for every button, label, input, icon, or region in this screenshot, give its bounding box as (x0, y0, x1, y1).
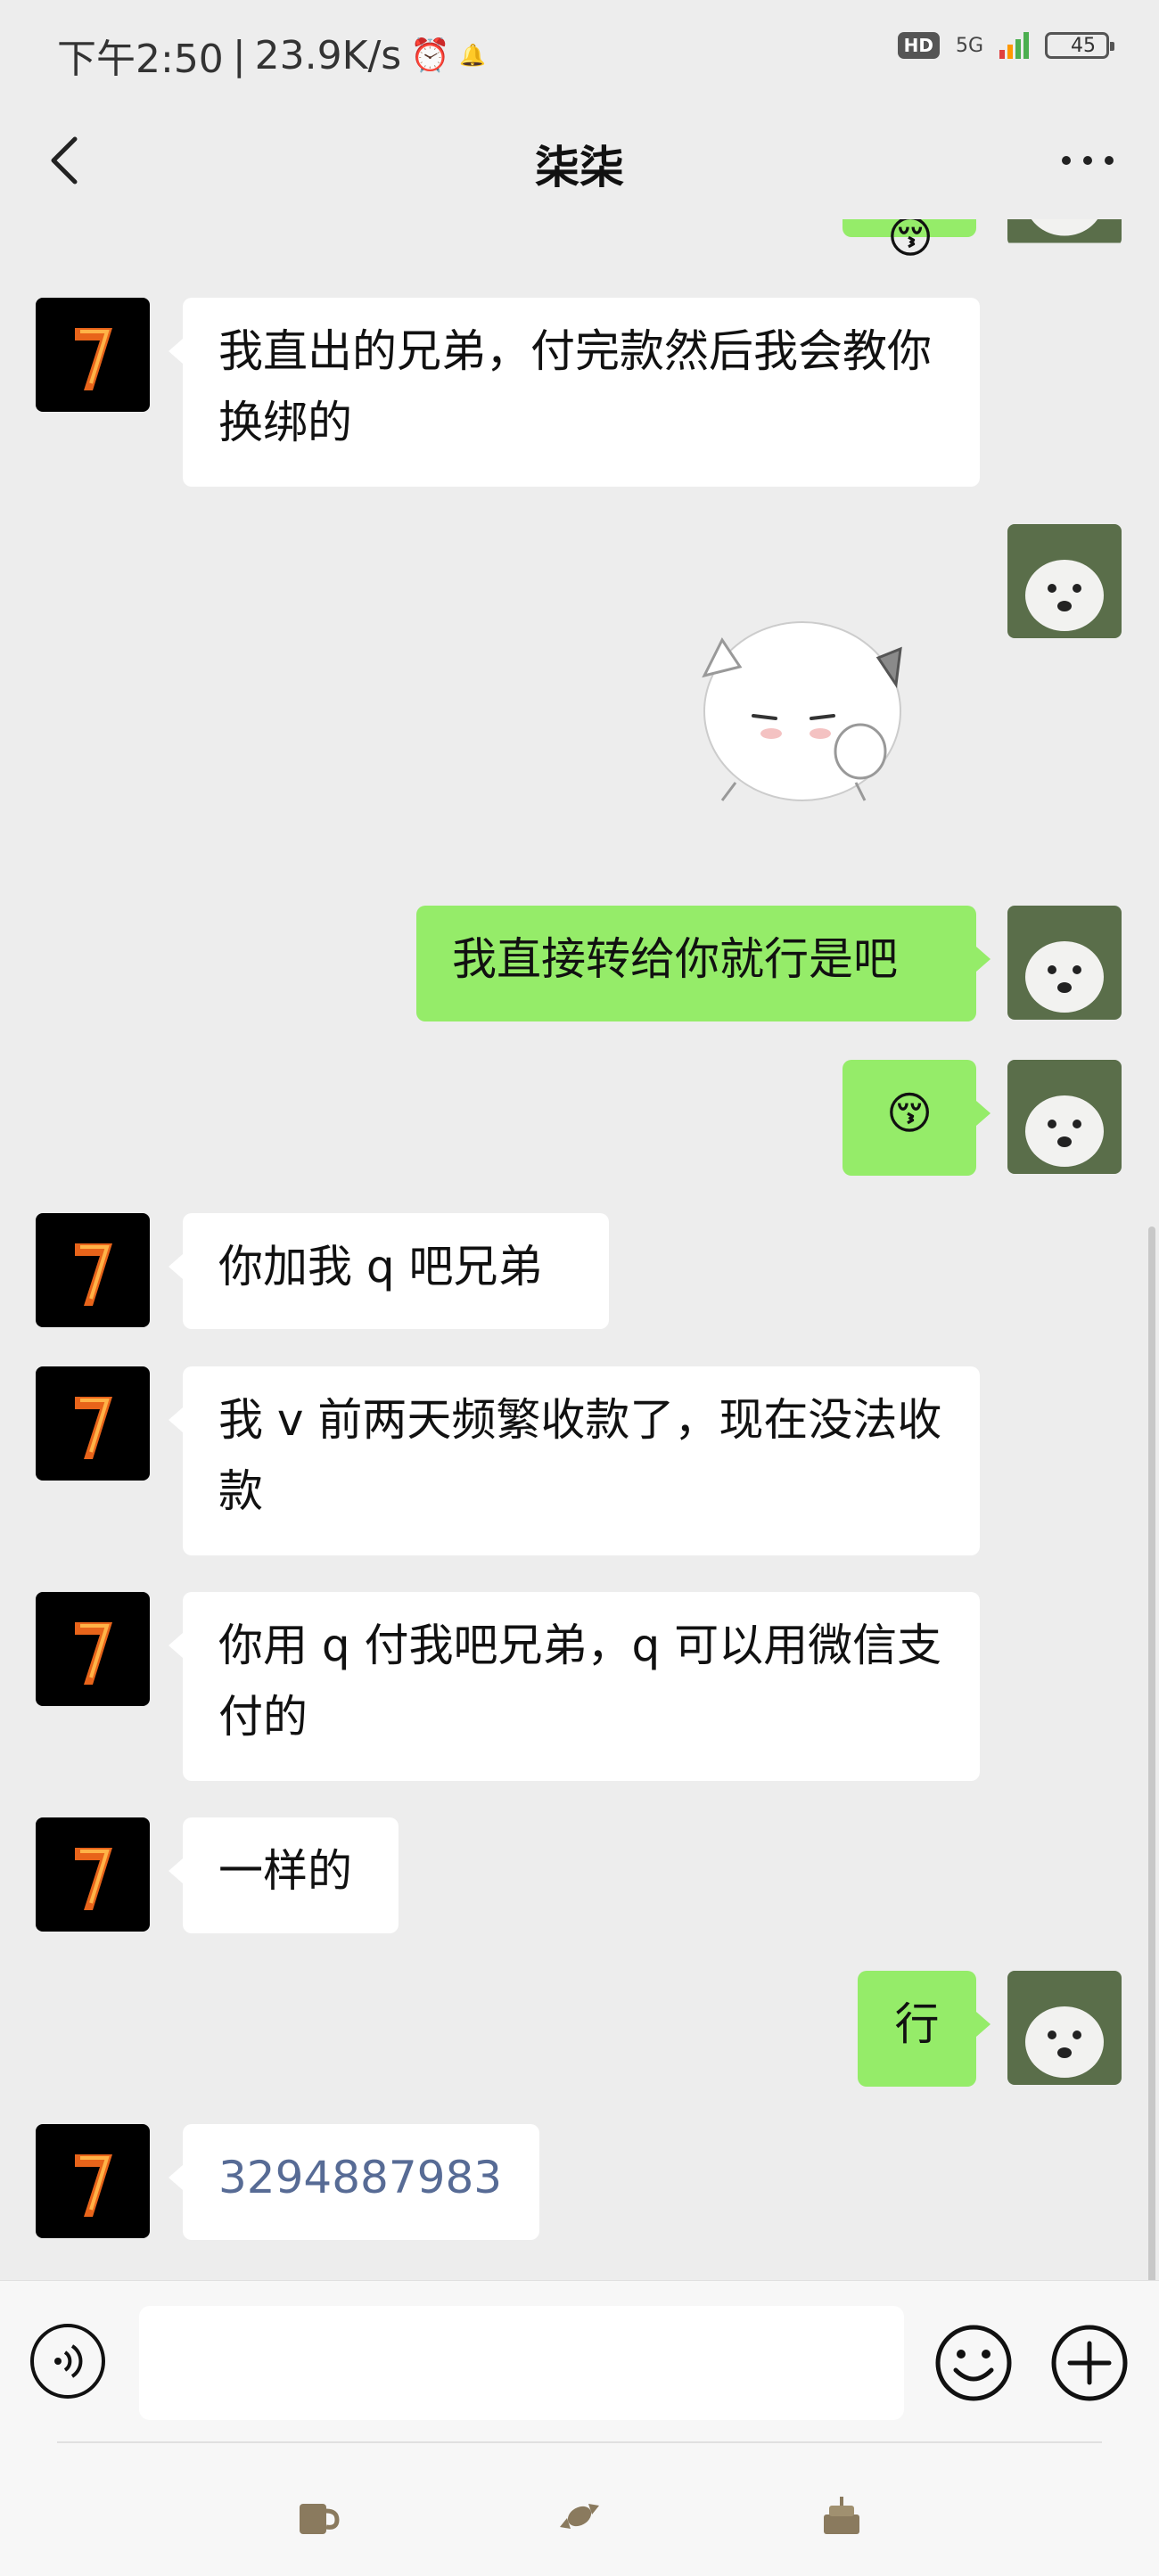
message-text[interactable]: 3294887983 (218, 2152, 502, 2203)
status-time: 下午2:50 (57, 37, 224, 82)
network-type: 5G (955, 34, 983, 57)
avatar-contact[interactable] (36, 1817, 150, 1932)
message-bubble[interactable]: 我 v 前两天频繁收款了，现在没法收款 (169, 1366, 980, 1555)
status-separator: | (232, 32, 246, 78)
emoji-icon (935, 2325, 1012, 2401)
message-bubble[interactable]: 你用 q 付我吧兄弟，q 可以用微信支付的 (169, 1592, 980, 1781)
message-text: 一样的 (218, 1845, 352, 1897)
notification-icon: 🔔 (459, 43, 486, 68)
coffee-icon (300, 2504, 340, 2534)
cake-icon (824, 2497, 859, 2534)
battery-icon: 45 (1045, 32, 1114, 59)
status-bar: 下午2:50 | 23.9K/s ⏰ 🔔 HD 5G 45 (0, 0, 1159, 105)
alarm-icon: ⏰ (410, 37, 451, 74)
plus-icon (1051, 2325, 1128, 2401)
chat-header: 柒柒 (0, 105, 1159, 219)
status-right: HD 5G 45 (897, 32, 1114, 59)
avatar-contact[interactable] (36, 2124, 150, 2238)
plus-button[interactable] (1050, 2324, 1129, 2402)
message-text: 你用 q 付我吧兄弟，q 可以用微信支付的 (218, 1620, 942, 1743)
avatar-self[interactable] (1007, 219, 1122, 246)
hd-badge: HD (897, 32, 940, 59)
message-bubble[interactable]: 行 (858, 1971, 990, 2087)
partial-emoji-icon: 😚 (887, 219, 934, 263)
message-bubble[interactable]: 😚 (843, 1060, 990, 1176)
avatar-contact[interactable] (36, 1366, 150, 1481)
shortcut-candy[interactable] (553, 2490, 606, 2543)
status-speed: 23.9K/s (254, 32, 402, 78)
message-bubble[interactable]: 我直出的兄弟，付完款然后我会教你换绑的 (169, 298, 980, 487)
message-bubble-link[interactable]: 3294887983 (169, 2124, 539, 2240)
avatar-self[interactable] (1007, 906, 1122, 1020)
status-left: 下午2:50 | 23.9K/s ⏰ 🔔 (57, 27, 486, 84)
message-bubble[interactable]: 我直接转给你就行是吧 (416, 906, 990, 1021)
message-text: 你加我 q 吧兄弟 (218, 1241, 543, 1292)
shortcut-coffee[interactable] (291, 2490, 344, 2543)
scrollbar[interactable] (1148, 1226, 1155, 2280)
message-input[interactable] (139, 2306, 904, 2420)
avatar-contact[interactable] (36, 1592, 150, 1706)
message-bubble-partial[interactable]: 😚 (843, 219, 976, 263)
message-text: 我直接转给你就行是吧 (452, 933, 898, 985)
chat-title: 柒柒 (535, 142, 624, 193)
message-text: 行 (894, 1998, 940, 2050)
emoji-button[interactable] (934, 2324, 1013, 2402)
divider (57, 2441, 1102, 2443)
message-text: 😚 (885, 1087, 933, 1139)
avatar-self[interactable] (1007, 1060, 1122, 1174)
shortcut-cake[interactable] (815, 2490, 868, 2543)
message-text: 我 v 前两天频繁收款了，现在没法收款 (218, 1394, 942, 1517)
candy-icon (560, 2504, 599, 2529)
more-dots-icon (1062, 156, 1114, 165)
message-bubble[interactable]: 你加我 q 吧兄弟 (169, 1213, 609, 1329)
chat-message-list[interactable]: 😚 我直出的兄弟，付完款然后我会教你换绑的 我直接转给你就行是吧 😚 你加我 q… (0, 219, 1159, 2280)
signal-icon (999, 32, 1029, 59)
white-cat-sticker[interactable] (686, 595, 918, 818)
voice-icon (54, 2344, 83, 2378)
avatar-self[interactable] (1007, 1971, 1122, 2085)
battery-level: 45 (1071, 34, 1096, 57)
input-bar (0, 2280, 1159, 2576)
more-button[interactable] (1052, 128, 1123, 193)
avatar-self[interactable] (1007, 524, 1122, 638)
message-bubble[interactable]: 一样的 (169, 1817, 399, 1933)
message-text: 我直出的兄弟，付完款然后我会教你换绑的 (218, 325, 932, 448)
avatar-contact[interactable] (36, 1213, 150, 1327)
avatar-contact[interactable] (36, 298, 150, 412)
voice-button[interactable] (30, 2324, 105, 2399)
